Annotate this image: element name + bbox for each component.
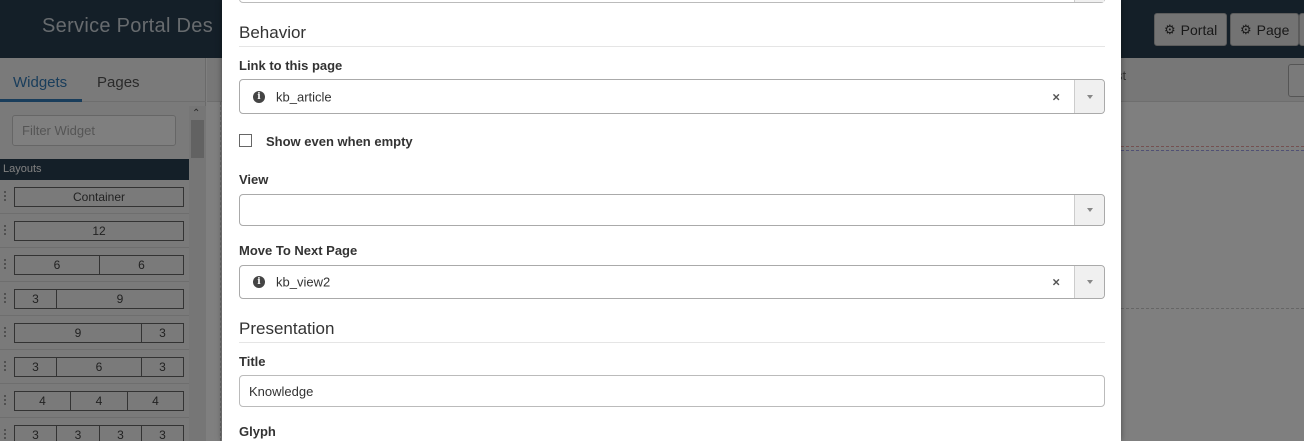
previous-select-field[interactable]	[239, 0, 1105, 3]
view-select[interactable]	[239, 194, 1105, 226]
dropdown-arrow[interactable]	[1074, 0, 1104, 2]
chevron-down-icon	[1087, 94, 1093, 99]
title-input[interactable]	[239, 375, 1105, 407]
show-empty-label[interactable]: Show even when empty	[266, 134, 413, 149]
clear-icon[interactable]: ×	[1052, 89, 1060, 104]
show-empty-checkbox[interactable]	[239, 134, 252, 147]
link-to-page-label: Link to this page	[239, 58, 343, 73]
next-page-select[interactable]: i kb_view2 ×	[239, 265, 1105, 299]
chevron-down-icon	[1087, 280, 1093, 284]
next-page-label: Move To Next Page	[239, 243, 358, 258]
widget-options-modal: Behavior Link to this page i kb_article …	[222, 0, 1121, 441]
dropdown-arrow[interactable]	[1074, 195, 1104, 225]
info-icon: i	[253, 90, 265, 103]
clear-icon[interactable]: ×	[1052, 275, 1060, 290]
link-to-page-select[interactable]: i kb_article ×	[239, 79, 1105, 114]
behavior-section-title: Behavior	[239, 23, 1105, 47]
dropdown-arrow[interactable]	[1074, 266, 1104, 298]
presentation-title-text: Presentation	[239, 319, 335, 338]
title-label: Title	[239, 354, 266, 369]
view-label: View	[239, 172, 269, 187]
info-icon: i	[253, 276, 265, 288]
behavior-title-text: Behavior	[239, 23, 307, 42]
presentation-section-title: Presentation	[239, 319, 1105, 343]
dropdown-arrow[interactable]	[1074, 80, 1104, 113]
next-page-value: kb_view2	[276, 274, 331, 290]
glyph-label: Glyph	[239, 424, 276, 439]
chevron-down-icon	[1087, 208, 1093, 212]
link-to-page-value: kb_article	[276, 89, 332, 104]
